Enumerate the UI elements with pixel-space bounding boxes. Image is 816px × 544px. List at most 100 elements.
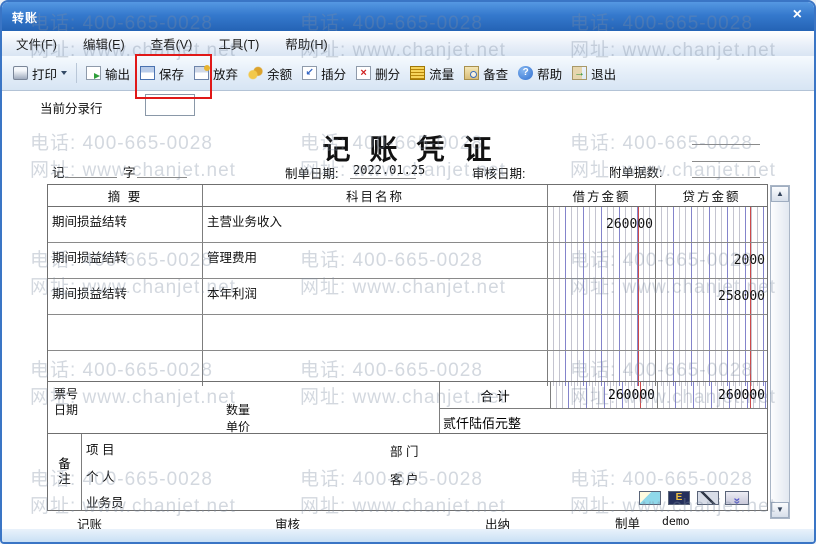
totals-section: 票号 日期 数量 单价 合 计 260000 260000 贰仟陆佰元整: [47, 381, 768, 434]
attach-count-label: 附单据数:: [609, 166, 663, 180]
table-row: [48, 315, 767, 351]
exit-label: 退出: [591, 67, 617, 82]
collapse-icon[interactable]: »: [725, 491, 749, 505]
help-button[interactable]: ? 帮助: [513, 61, 567, 86]
transfer-voucher-window: 转账 × 文件(F) 编辑(E) 查看(V) 工具(T) 帮助(H) 打印 输出…: [0, 0, 816, 544]
balance-coins-icon: [248, 66, 264, 80]
toolbar: 打印 输出 保存 放弃 余额 ↙ 插分 × 删分 流量 备查 ? 帮助 → 退出: [2, 56, 814, 91]
delete-split-icon: ×: [356, 66, 372, 80]
lookup-folder-icon: [464, 66, 480, 80]
voucher-word-suffix: 字: [123, 166, 136, 180]
total-credit-cell: 260000: [658, 382, 767, 409]
row4-credit[interactable]: [656, 315, 767, 350]
scroll-down-icon[interactable]: ▼: [771, 502, 789, 518]
chevron-down-icon[interactable]: [61, 71, 68, 75]
menu-edit[interactable]: 编辑(E): [83, 34, 125, 53]
exit-door-icon: →: [572, 66, 588, 80]
insert-split-button[interactable]: ↙ 插分: [297, 61, 351, 86]
current-entry-row-label: 当前分录行: [40, 102, 103, 116]
lookup-label: 备查: [483, 67, 509, 82]
ticket-no-label: 票号: [54, 387, 79, 401]
voucher-no-line2: [692, 161, 760, 162]
note-label-cell: 备注: [48, 434, 82, 510]
close-icon[interactable]: ×: [793, 6, 802, 24]
row3-account[interactable]: 本年利润: [203, 279, 548, 314]
salesman-label: 业务员: [86, 496, 124, 510]
flow-label: 流量: [429, 67, 455, 82]
ticket-area: 票号 日期 数量 单价: [48, 382, 440, 434]
audit-date-label: 审核日期:: [472, 167, 526, 181]
help-label: 帮助: [537, 67, 563, 82]
toolbar-divider: [76, 63, 78, 83]
voucher-grid: 摘 要 科目名称 借方金额 贷方金额 期间损益结转 主营业务收入 260000 …: [47, 184, 768, 386]
person-label: 个 人: [86, 470, 115, 484]
quantity-label: 数量: [226, 403, 251, 417]
menu-help[interactable]: 帮助(H): [285, 34, 327, 53]
help-icon: ?: [518, 66, 534, 80]
row3-credit[interactable]: 258000: [656, 279, 767, 314]
print-button[interactable]: 打印: [8, 61, 72, 86]
signature-pen-icon[interactable]: [697, 491, 719, 505]
cash-register-icon[interactable]: E: [668, 491, 690, 505]
made-date-value: 2022.01.25: [353, 163, 426, 177]
row4-account[interactable]: [203, 315, 548, 350]
lookup-button[interactable]: 备查: [459, 61, 513, 86]
row2-debit[interactable]: [548, 243, 656, 278]
project-label: 项 目: [86, 443, 115, 457]
window-title: 转账: [12, 11, 39, 25]
balance-label: 余额: [267, 67, 293, 82]
row3-summary[interactable]: 期间损益结转: [48, 279, 203, 314]
row4-debit[interactable]: [548, 315, 656, 350]
row2-summary[interactable]: 期间损益结转: [48, 243, 203, 278]
total-label-cell: 合 计: [440, 382, 551, 409]
header-debit: 借方金额: [548, 185, 656, 206]
header-summary: 摘 要: [48, 185, 203, 206]
voucher-no-line1: [692, 144, 760, 145]
menu-bar: 文件(F) 编辑(E) 查看(V) 工具(T) 帮助(H): [2, 31, 814, 56]
grid-header-row: 摘 要 科目名称 借方金额 贷方金额: [48, 185, 767, 207]
row2-account[interactable]: 管理费用: [203, 243, 548, 278]
title-bar[interactable]: 转账 ×: [2, 2, 814, 31]
flow-button[interactable]: 流量: [405, 61, 459, 86]
maker-name: demo: [662, 514, 690, 528]
row3-debit[interactable]: [548, 279, 656, 314]
balance-button[interactable]: 余额: [243, 61, 297, 86]
header-credit: 贷方金额: [682, 190, 741, 204]
status-strip: [2, 529, 814, 542]
ticket-date-label: 日期: [54, 403, 79, 417]
scroll-up-icon[interactable]: ▲: [771, 186, 789, 202]
export-label: 输出: [105, 67, 131, 82]
table-row: 期间损益结转 本年利润 258000: [48, 279, 767, 315]
exit-button[interactable]: → 退出: [567, 61, 621, 86]
voucher-word-line1: [65, 177, 117, 178]
voucher-word-line2: [137, 177, 187, 178]
flow-icon: [410, 66, 426, 80]
table-row: 期间损益结转 主营业务收入 260000: [48, 207, 767, 243]
export-button[interactable]: 输出: [81, 61, 135, 86]
row4-summary[interactable]: [48, 315, 203, 350]
row1-credit[interactable]: [656, 207, 767, 242]
menu-view[interactable]: 查看(V): [151, 34, 193, 53]
printer-icon: [13, 66, 28, 80]
picture-icon[interactable]: [639, 491, 661, 505]
save-highlight-box: [135, 54, 212, 99]
row1-account[interactable]: 主营业务收入: [203, 207, 548, 242]
note-label: 备注: [58, 457, 71, 486]
vertical-scrollbar[interactable]: ▲ ▼: [770, 185, 790, 519]
menu-tools[interactable]: 工具(T): [218, 34, 259, 53]
total-debit-cell: 260000: [551, 382, 658, 409]
department-label: 部 门: [390, 445, 419, 459]
made-date-label: 制单日期:: [285, 167, 339, 181]
amount-in-words: 贰仟陆佰元整: [443, 416, 522, 431]
row1-summary[interactable]: 期间损益结转: [48, 207, 203, 242]
export-icon: [86, 66, 102, 80]
row2-credit[interactable]: 2000: [656, 243, 767, 278]
row1-debit[interactable]: 260000: [548, 207, 656, 242]
delete-split-label: 删分: [375, 67, 401, 82]
attach-count-line: [692, 177, 760, 178]
made-date-underline: [350, 178, 416, 179]
table-row: 期间损益结转 管理费用 2000: [48, 243, 767, 279]
discard-label: 放弃: [213, 67, 239, 82]
menu-file[interactable]: 文件(F): [16, 34, 57, 53]
delete-split-button[interactable]: × 删分: [351, 61, 405, 86]
